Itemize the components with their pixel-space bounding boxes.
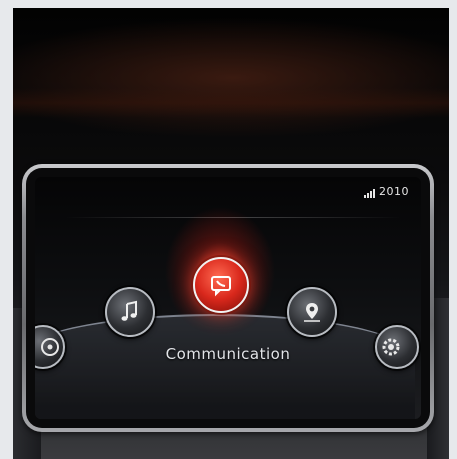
status-clock: 2010 bbox=[379, 185, 409, 198]
music-note-icon bbox=[121, 300, 137, 321]
selected-menu-label: Communication bbox=[165, 345, 291, 363]
menu-arc bbox=[35, 314, 415, 419]
infotainment-screen: 2010 Communication bbox=[35, 177, 421, 419]
signal-bars-icon bbox=[364, 188, 375, 198]
dashboard-ambient-glow bbox=[13, 88, 449, 118]
map-pin-icon bbox=[304, 303, 320, 322]
menu-item-music[interactable] bbox=[105, 287, 155, 337]
display-bezel: 2010 Communication bbox=[22, 164, 434, 432]
menu-item-communication[interactable] bbox=[193, 257, 249, 313]
status-bar: 2010 bbox=[364, 185, 409, 198]
menu-item-navigation[interactable] bbox=[287, 287, 337, 337]
phone-message-icon bbox=[211, 276, 231, 297]
